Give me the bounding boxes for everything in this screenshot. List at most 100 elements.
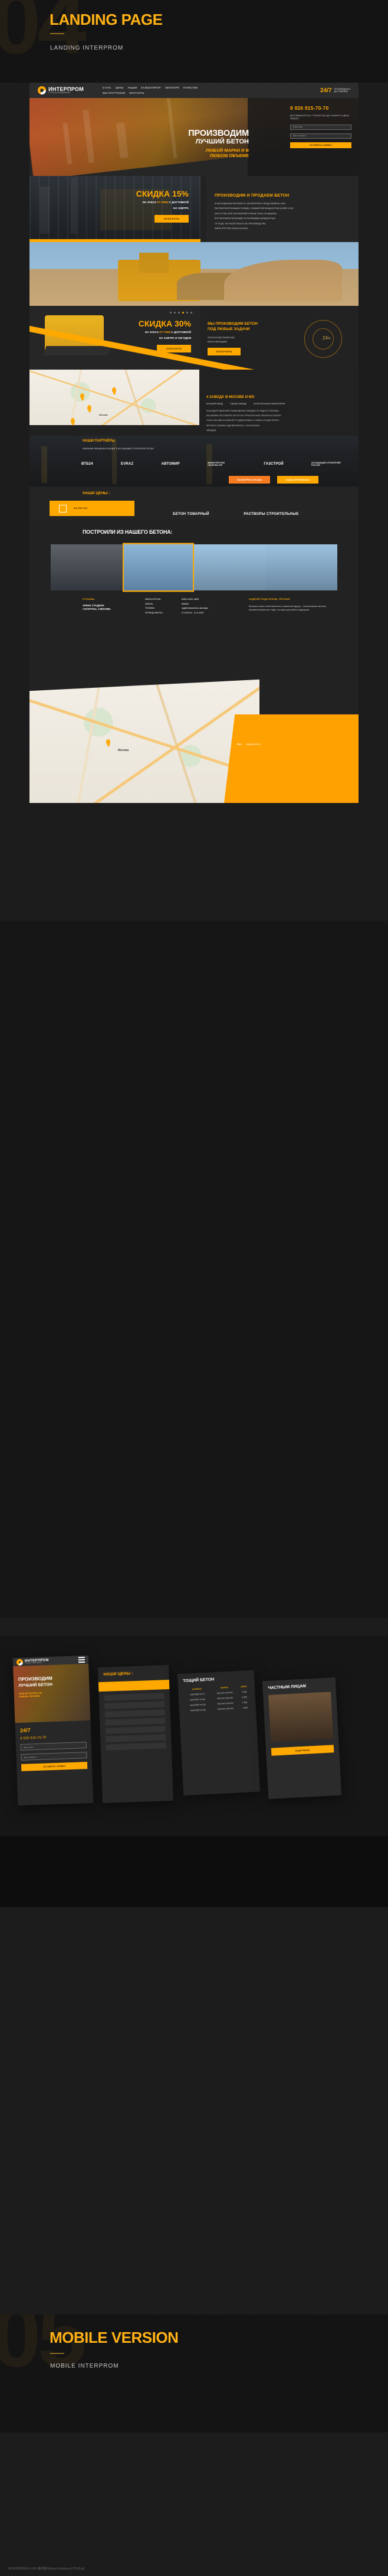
discount-30-sub-c: С ДОСТАВКОЙ [171, 331, 191, 334]
spec-key: ПЕРИОД РАБОТЫ : [145, 611, 164, 614]
hero-line1: ПРОИЗВОДИМ [188, 129, 249, 138]
hero-name-input[interactable]: Ваше имя [290, 124, 351, 130]
price-table-mortar: РАСТВОРЫ СТРОИТЕЛЬНЫЕ НАИМЕНОВАНИЕ МАРКА… [237, 512, 305, 520]
desktop-mockup: ИНТЕРПРОМ ГРУППА КОМПАНИЙ О НАС ЦЕНЫ АКЦ… [29, 83, 359, 520]
phone-private-cta-label: ПОДРОБНЕЕ [295, 1748, 310, 1752]
hero-phone-input[interactable]: Ваш телефон [290, 133, 351, 139]
contacts-phone-value[interactable]: 89269157070 [246, 743, 261, 746]
discount-15-copy: СКИДКА 15% НА ЗАКАЗ ОТ 50М3 С ДОСТАВКОЙ … [100, 189, 189, 223]
map-pin[interactable] [112, 387, 116, 393]
logo-tagline: ГРУППА КОМПАНИЙ [24, 1661, 42, 1664]
hero-phone-placeholder: Ваш телефон [293, 135, 306, 138]
partners-logos: ВТБ24 EVRAZ АВТОМИР МИНИСТЕРСТВО ОБОРОНЫ… [81, 462, 341, 466]
phone-private-cta[interactable]: ПОДРОБНЕЕ [271, 1745, 334, 1756]
nav-item-prices[interactable]: ЦЕНЫ [116, 86, 124, 89]
plants-map[interactable]: Москва [29, 370, 199, 425]
nav-item-about[interactable]: О НАС [103, 86, 111, 89]
gallery-item-active[interactable] [122, 543, 194, 592]
partners-certs-button[interactable]: НАШИ СЕРТИФИКАТЫ [277, 476, 318, 484]
gallery-item[interactable] [51, 544, 123, 590]
discount-30-sub-a: НА ЗАКАЗ [144, 331, 159, 334]
discount-15-sub-b: ОТ 50М3 [157, 201, 169, 204]
discount-15-sub-c: С ДОСТАВКОЙ [169, 201, 189, 204]
price-tab-concrete[interactable]: НА БЕТОН [50, 501, 134, 516]
map-pin[interactable] [106, 739, 110, 745]
hero-submit-label: ОСТАВИТЬ ЗАЯВКУ [309, 143, 333, 146]
menu-burger-icon[interactable] [78, 1656, 86, 1664]
phone-submit-label: ОСТАВИТЬ ЗАЯВКУ [42, 1765, 66, 1768]
plants-body-2: ТОЧКУ МОСКВЫ И БЛИЖНЕГО ПОДМОСКОВЬЯ, А Т… [206, 419, 280, 422]
discount-15-order-button[interactable]: ЗАКАЗАТЬ [154, 214, 189, 223]
map-city-label: Москва [99, 413, 108, 416]
carousel-dots[interactable] [170, 312, 192, 314]
logo[interactable]: ИНТЕРПРОМ ГРУППА КОМПАНИЙ [38, 86, 84, 94]
about-line-3: БЕТОНОСМЕСИТЕЛЬНЫМИ УСТАНОВКАМИ МОЩНОСТЬ… [215, 217, 276, 220]
phone-hours: 24/7 [19, 1727, 31, 1733]
nav-item-quality[interactable]: КАЧЕСТВО [183, 86, 198, 89]
discount-30-sub-b: ОТ 70М3 [159, 331, 171, 334]
spec-value: 8000м3 [182, 602, 189, 605]
spec-row: МАРКА БЕТОНА : М350, М400, М450 [145, 598, 239, 600]
plants-tag-2: ИСПЫТАТЕЛЬНАЯ ЛАБОРАТОРИЯ [254, 403, 285, 405]
discount-15-section: СКИДКА 15% НА ЗАКАЗ ОТ 50М3 С ДОСТАВКОЙ … [29, 176, 359, 242]
footer-bar: INTERPROM-UI-UX-俄罗斯Sofiya-Fedotova-[7P]-… [0, 2564, 388, 2576]
plants-body-3: КРУПНЫЕ ЗАЛИВКИ ОДНОВРЕМЕННО С НЕСКОЛЬКИ… [206, 424, 260, 427]
chapter-rule [50, 33, 64, 34]
about-line-4: ОТ 60 ДО 100 М3 БЕТОНА В ЧАС ПРОИЗВОДСТВ… [215, 222, 266, 225]
table-cell: 2 900 [242, 1706, 248, 1709]
plants-body-4: ЗАВОДОВ. [206, 429, 217, 432]
logo-mark-icon [16, 1658, 24, 1666]
consult-button[interactable]: ПОЛУЧИТЬ [208, 347, 241, 355]
hero-phone[interactable]: 8 926 915-70-70 [290, 105, 351, 111]
phone-prices-heading: НАШИ ЦЕНЫ : [103, 1671, 133, 1677]
phone-hero-line2: ЛУЧШИЙ БЕТОН [18, 1682, 52, 1688]
discount-15-sub-2: НА ЗАВТРА [173, 207, 189, 210]
nav-item-actions[interactable]: АКЦИИ [128, 86, 137, 89]
mobile-mockups: ИНТЕРПРОМ ГРУППА КОМПАНИЙ ПРОИЗВОДИМ ЛУЧШ… [0, 1635, 388, 1836]
partners-section: НАШИ ПАРТНЁРЫ КОМПАНИЯ ОФИЦИАЛЬНО ВХОДИТ… [29, 436, 359, 487]
review-author: АНДРЕЙ ПОДГОРНОВ, ПРОРАБ [249, 598, 290, 600]
chapter-landing-page: 04 LANDING PAGE LANDING INTERPROM [0, 0, 388, 83]
nav-item-built[interactable]: МЫ ПОСТРОИЛИ [103, 92, 125, 94]
mobile-chapter-spacer [0, 921, 388, 1618]
table-cell: В20 Ж4 F100 W4 [218, 1707, 234, 1710]
desktop-mockup-part2: ПОСТРОИЛИ ИЗ НАШЕГО БЕТОНА: ОТЗЫВЫ АРЕНА… [29, 520, 359, 803]
nav-item-calculator[interactable]: КАЛЬКУЛЯТОР [141, 86, 160, 89]
phone-submit-button[interactable]: ОСТАВИТЬ ЗАЯВКУ [21, 1762, 88, 1771]
partners-letters-button[interactable]: ПОСМОТРЕТЬ ПИСЬМА [229, 476, 270, 484]
gallery-item[interactable] [194, 544, 266, 590]
nav-item-contacts[interactable]: КОНТАКТЫ [129, 92, 144, 94]
review-quote-block: АНДРЕЙ ПОДГОРНОВ, ПРОРАБ Высокая степень… [249, 598, 331, 612]
divider-band [0, 1836, 388, 1907]
partner-logo-evraz: EVRAZ [121, 462, 134, 466]
nav-item-autopark[interactable]: АВТОПАРК [165, 86, 179, 89]
phone-phone-input[interactable]: Ваш телефон [21, 1752, 87, 1761]
hero-submit-button[interactable]: ОСТАВИТЬ ЗАЯВКУ [290, 142, 351, 148]
consult-heading: МЫ ПРОИЗВОДИМ БЕТОН ПОД ЛЮБЫЕ ЗАДАЧИ [208, 322, 258, 332]
phone-lean-title: ТОЩИЙ БЕТОН [183, 1677, 215, 1684]
phone-phone[interactable]: 8 926 915-70-70 [20, 1735, 86, 1741]
behance-presentation-page: 04 LANDING PAGE LANDING INTERPROM ИНТЕРП… [0, 0, 388, 2576]
map-pin[interactable] [87, 405, 91, 410]
phone-name-input[interactable]: Ваше имя [20, 1742, 87, 1751]
spec-row: ТЕХНИКА : задействован весь автопарк [145, 607, 239, 609]
clock-label: 24ч [322, 335, 330, 341]
spec-value: задействован весь автопарк [182, 607, 208, 610]
map-pin[interactable] [71, 418, 75, 423]
plants-copy: 4 ЗАВОДА В МОСКВЕ И МО БОЛЬШОЙ ЗАВОД 3 М… [206, 396, 354, 433]
phone-private-title: ЧАСТНЫМ ЛИЦАМ [268, 1684, 307, 1690]
cube-icon [59, 504, 67, 512]
discount-30-title: СКИДКА 30% [138, 319, 191, 328]
map-pin[interactable] [80, 393, 84, 399]
spec-key: ТЕХНИКА : [145, 607, 156, 610]
partner-logo-vtb24: ВТБ24 [81, 462, 93, 466]
built-gallery[interactable] [51, 543, 337, 592]
gallery-item[interactable] [265, 544, 337, 590]
discount-15-sub-a: НА ЗАКАЗ [142, 201, 156, 204]
about-line-5: ФИРМ STETTER, ELBA И ELKON. [215, 227, 248, 230]
spec-row: ОБЪЕМ : 8000м3 [145, 603, 239, 605]
price-tab-concrete-label: НА БЕТОН [74, 507, 88, 510]
about-line-0: В МОСКОВСКОМ РЕГИОНЕ ГК «ИНТЕРПРОМ» ПРЕД… [215, 203, 285, 205]
partner-logo-avtomir: АВТОМИР [161, 462, 180, 466]
spec-key: ОБЪЕМ : [145, 602, 154, 605]
